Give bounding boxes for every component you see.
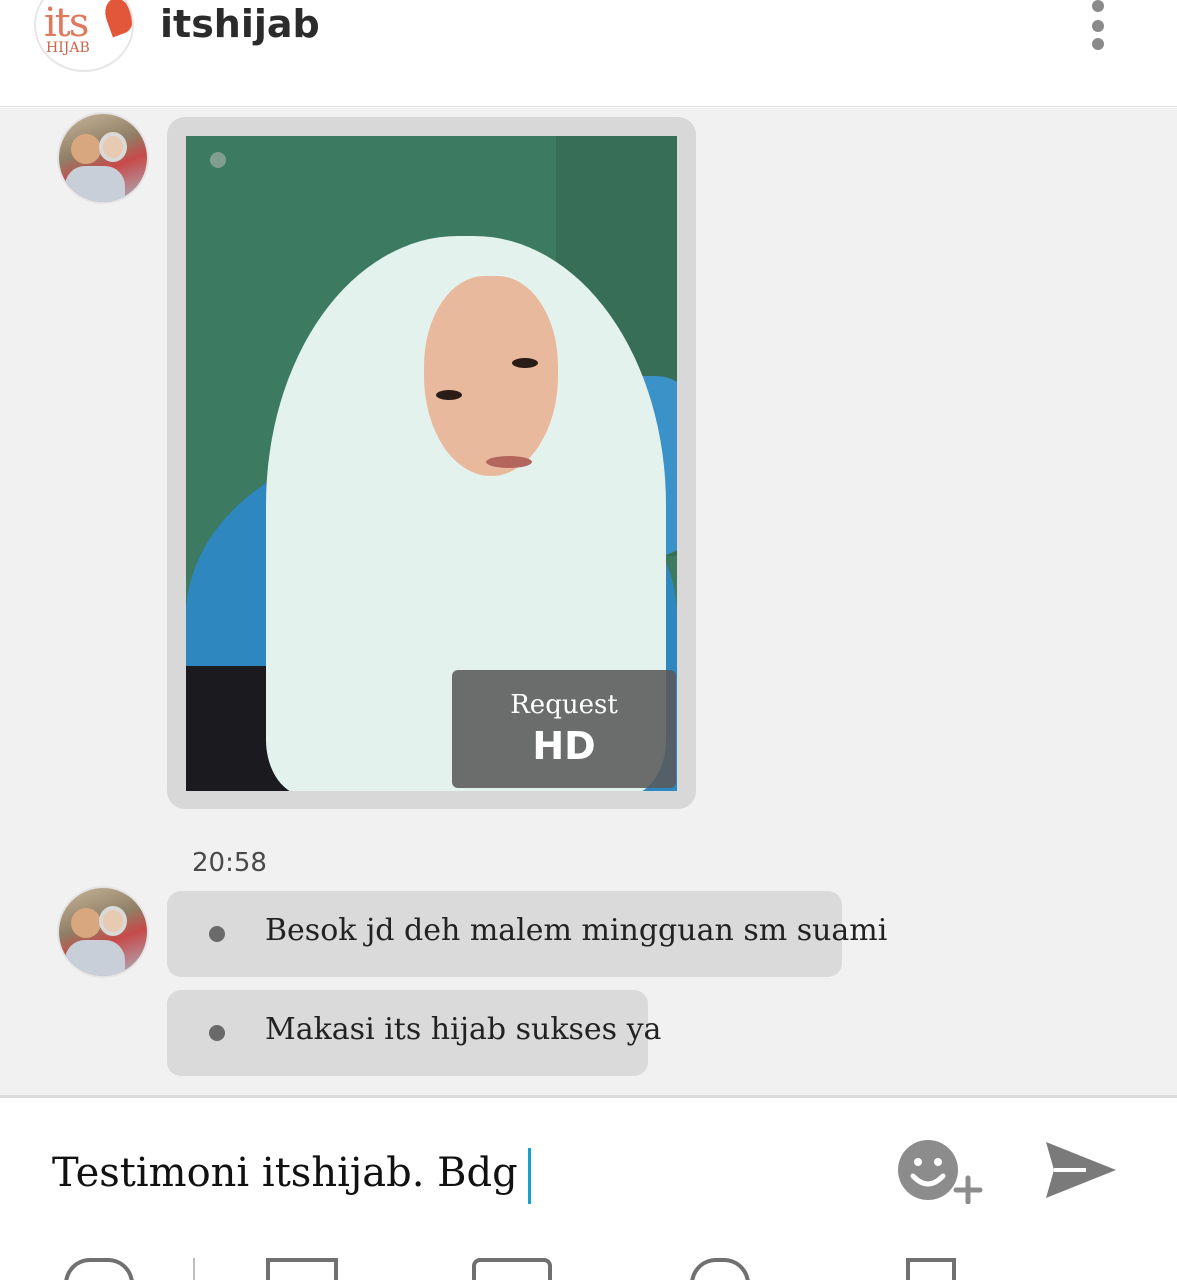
logo-text-hijab: HIJAB (46, 40, 90, 56)
avatar[interactable] (57, 886, 149, 978)
more-vertical-icon[interactable] (1082, 0, 1114, 52)
photo-message[interactable]: Request HD (167, 117, 696, 809)
avatar[interactable] (57, 112, 149, 204)
contact-logo[interactable]: its HIJAB (34, 0, 134, 72)
camera-icon[interactable] (472, 1258, 552, 1280)
emoji-add-icon[interactable] (896, 1140, 986, 1205)
message-input[interactable]: Testimoni itshijab. Bdg (52, 1148, 531, 1204)
toolbar-divider (193, 1258, 195, 1280)
text-caret (527, 1148, 531, 1204)
message-timestamp: 20:58 (192, 848, 267, 878)
text-message[interactable]: Besok jd deh malem mingguan sm suami (167, 891, 887, 977)
logo-drop-icon (100, 0, 132, 38)
request-hd-button[interactable]: Request HD (452, 670, 676, 788)
file-icon[interactable] (906, 1258, 956, 1280)
message-input-value: Testimoni itshijab. Bdg (52, 1150, 518, 1196)
timer-icon[interactable] (64, 1258, 134, 1280)
request-label: Request (510, 690, 618, 720)
chat-header: its HIJAB itshijab (0, 0, 1177, 107)
refresh-icon[interactable] (690, 1258, 750, 1280)
composer-toolbar (0, 1248, 1177, 1280)
photo-image[interactable]: Request HD (186, 136, 677, 791)
bullet-icon (209, 926, 225, 942)
message-text: Besok jd deh malem mingguan sm suami (265, 913, 888, 948)
send-icon[interactable] (1040, 1138, 1120, 1202)
composer: Testimoni itshijab. Bdg (0, 1095, 1177, 1280)
image-icon[interactable] (266, 1258, 338, 1280)
hd-label: HD (532, 724, 596, 768)
chat-title[interactable]: itshijab (160, 2, 320, 46)
bullet-icon (209, 1025, 225, 1041)
text-message[interactable]: Makasi its hijab sukses ya (167, 990, 661, 1076)
chat-thread[interactable]: Request HD 20:58 Besok jd deh malem ming… (0, 108, 1177, 1096)
message-text: Makasi its hijab sukses ya (265, 1012, 662, 1047)
